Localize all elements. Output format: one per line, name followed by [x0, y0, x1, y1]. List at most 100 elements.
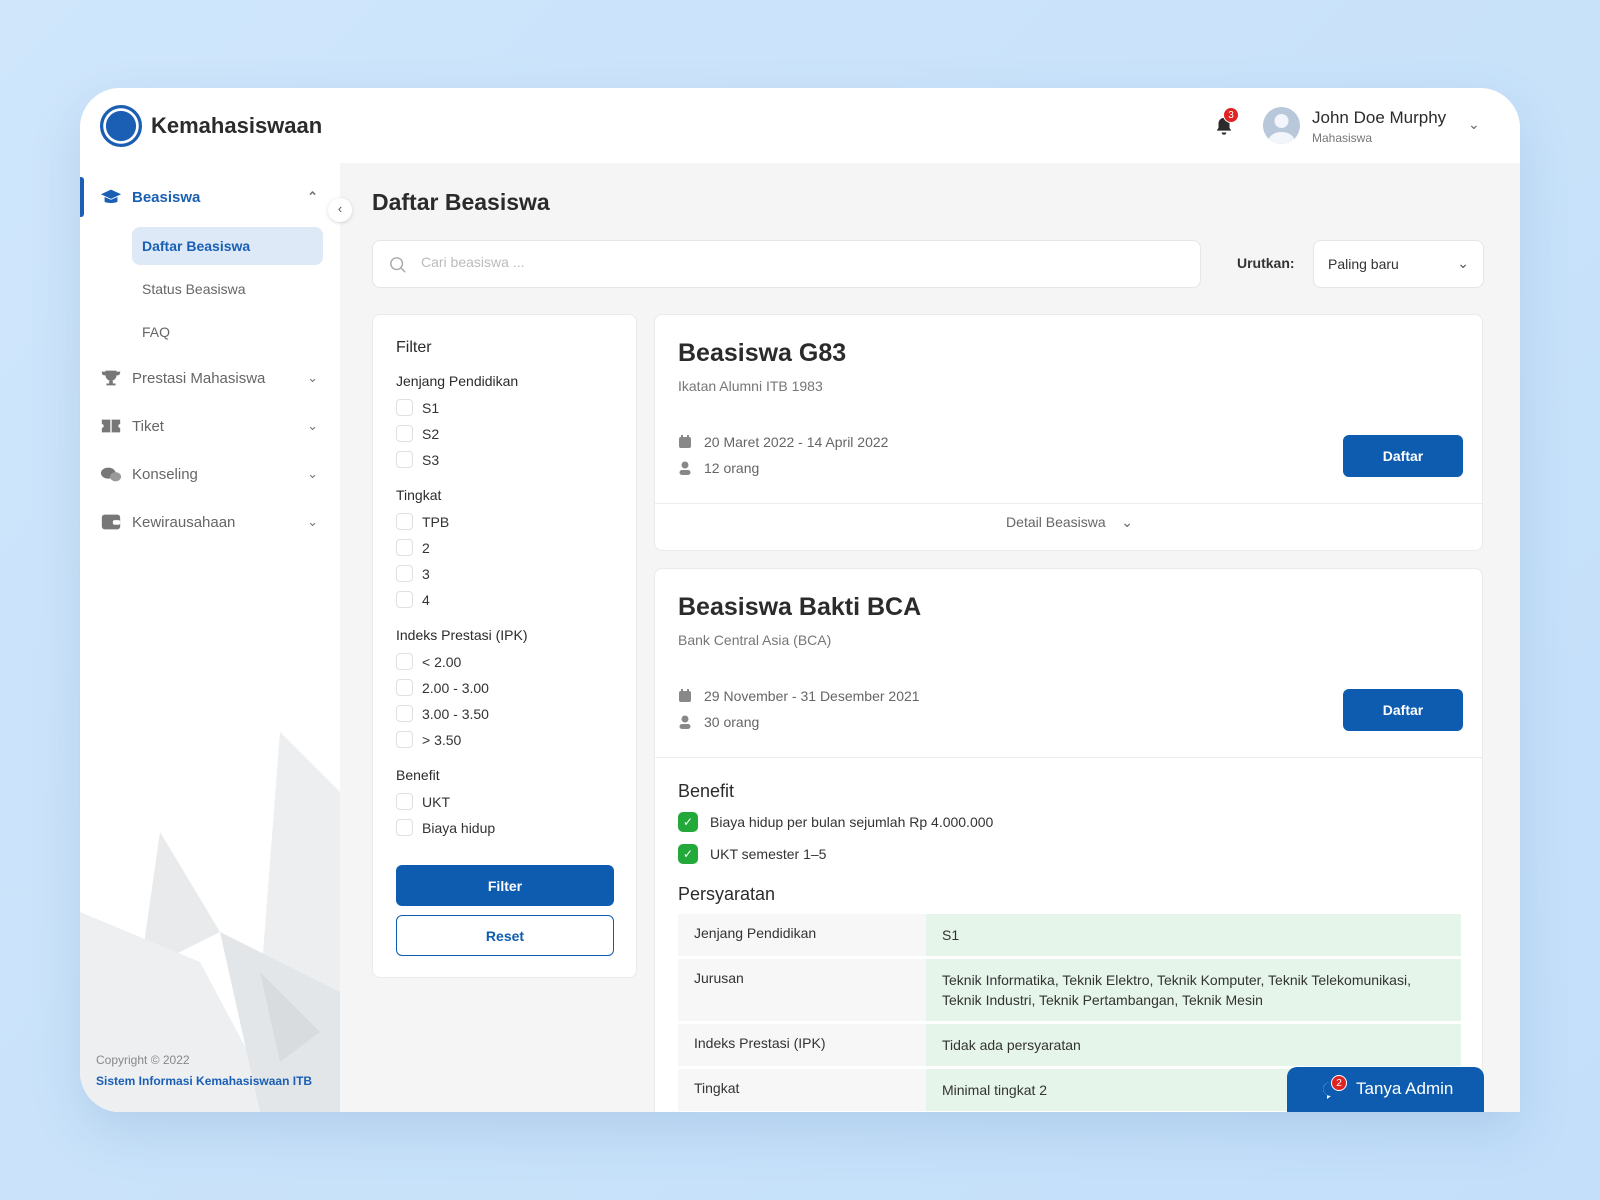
checkbox[interactable] [396, 731, 413, 748]
filter-group-label: Tingkat [396, 487, 442, 503]
filter-checkbox[interactable]: 2.00 - 3.00 [396, 679, 489, 696]
checkbox[interactable] [396, 653, 413, 670]
detail-toggle[interactable]: Detail Beasiswa ⌄ [655, 514, 1482, 531]
chevron-down-icon[interactable]: ⌄ [307, 418, 318, 434]
sidebar-item-beasiswa[interactable]: Beasiswa ⌃ [80, 179, 340, 215]
sidebar-item-kewirausahaan[interactable]: Kewirausahaan ⌄ [80, 504, 340, 540]
sort-label: Urutkan: [1237, 255, 1295, 271]
filter-checkbox[interactable]: S2 [396, 425, 439, 442]
chevron-down-icon[interactable]: ⌄ [307, 466, 318, 482]
filter-checkbox[interactable]: S3 [396, 451, 439, 468]
benefit-text: UKT semester 1–5 [710, 846, 827, 862]
checkbox-label: UKT [422, 793, 450, 810]
daftar-button[interactable]: Daftar [1343, 689, 1463, 731]
requirement-row: Jenjang Pendidikan S1 [678, 914, 1461, 956]
checkbox[interactable] [396, 425, 413, 442]
requirement-key: Indeks Prestasi (IPK) [678, 1024, 926, 1066]
checkbox[interactable] [396, 539, 413, 556]
scholarship-provider: Bank Central Asia (BCA) [678, 632, 832, 648]
benefit-item: ✓ Biaya hidup per bulan sejumlah Rp 4.000… [678, 812, 993, 832]
checkbox[interactable] [396, 399, 413, 416]
filter-checkbox[interactable]: > 3.50 [396, 731, 461, 748]
sidebar-item-prestasi[interactable]: Prestasi Mahasiswa ⌄ [80, 360, 340, 396]
chat-badge: 2 [1331, 1075, 1347, 1091]
checkbox-label: S3 [422, 451, 440, 468]
search-input[interactable] [421, 254, 1121, 270]
filter-checkbox[interactable]: 3.00 - 3.50 [396, 705, 489, 722]
scholarship-title: Beasiswa G83 [678, 339, 847, 367]
check-icon: ✓ [678, 844, 698, 864]
reset-button[interactable]: Reset [396, 915, 614, 956]
filter-button[interactable]: Filter [396, 865, 614, 906]
notification-badge: 3 [1223, 107, 1239, 123]
benefit-item: ✓ UKT semester 1–5 [678, 844, 826, 864]
chevron-up-icon[interactable]: ⌃ [307, 189, 318, 205]
sidebar-item-label: Kewirausahaan [132, 513, 236, 531]
checkbox-label: S1 [422, 399, 440, 416]
filter-checkbox[interactable]: 2 [396, 539, 430, 556]
checkbox[interactable] [396, 819, 413, 836]
ticket-icon [101, 419, 121, 433]
filter-checkbox[interactable]: S1 [396, 399, 439, 416]
filter-checkbox[interactable]: 4 [396, 591, 430, 608]
person-icon [679, 715, 691, 729]
page-title: Daftar Beasiswa [372, 189, 550, 215]
checkbox-label: > 3.50 [422, 731, 462, 748]
sidebar-sub-status-beasiswa[interactable]: Status Beasiswa [132, 270, 323, 308]
tanya-admin-button[interactable]: 2 Tanya Admin [1287, 1067, 1484, 1112]
trophy-icon [101, 370, 121, 386]
sidebar-sub-faq[interactable]: FAQ [132, 313, 323, 351]
scholarship-card: Beasiswa G83 Ikatan Alumni ITB 1983 20 M… [654, 314, 1483, 551]
chevron-down-icon: ⌄ [1457, 255, 1469, 271]
sidebar-item-konseling[interactable]: Konseling ⌄ [80, 456, 340, 492]
benefit-heading: Benefit [678, 781, 735, 801]
avatar[interactable] [1263, 107, 1300, 144]
divider [655, 757, 1482, 758]
filter-title: Filter [396, 339, 432, 356]
checkbox[interactable] [396, 451, 413, 468]
chevron-down-icon[interactable]: ⌄ [307, 370, 318, 386]
user-role: Mahasiswa [1312, 131, 1373, 145]
user-name[interactable]: John Doe Murphy [1312, 108, 1446, 128]
sort-value: Paling baru [1328, 256, 1399, 272]
checkbox[interactable] [396, 679, 413, 696]
footer-link[interactable]: Sistem Informasi Kemahasiswaan ITB [96, 1074, 312, 1088]
requirement-value: Teknik Informatika, Teknik Elektro, Tekn… [926, 959, 1461, 1021]
filter-checkbox[interactable]: Biaya hidup [396, 819, 495, 836]
requirement-key: Jurusan [678, 959, 926, 1021]
sidebar-sub-daftar-beasiswa[interactable]: Daftar Beasiswa [132, 227, 323, 265]
checkbox-label: 2.00 - 3.00 [422, 679, 489, 696]
collapse-sidebar-button[interactable]: ‹ [328, 198, 352, 222]
sidebar-item-label: Prestasi Mahasiswa [132, 369, 266, 387]
chevron-down-icon[interactable]: ⌄ [1468, 116, 1480, 133]
checkbox[interactable] [396, 513, 413, 530]
sidebar-item-label: Beasiswa [132, 188, 201, 206]
header: Kemahasiswaan 3 John Doe Murphy Mahasisw… [80, 88, 1520, 163]
search-box[interactable] [372, 240, 1201, 288]
scholarship-title: Beasiswa Bakti BCA [678, 593, 922, 621]
scholarship-dates: 29 November - 31 Desember 2021 [704, 688, 920, 704]
sort-select[interactable]: Paling baru ⌄ [1313, 240, 1484, 288]
filter-group-label: Indeks Prestasi (IPK) [396, 627, 528, 643]
checkbox[interactable] [396, 591, 413, 608]
checkbox[interactable] [396, 793, 413, 810]
filter-checkbox[interactable]: < 2.00 [396, 653, 461, 670]
chevron-down-icon[interactable]: ⌄ [307, 514, 318, 530]
filter-group-label: Benefit [396, 767, 440, 783]
filter-checkbox[interactable]: TPB [396, 513, 449, 530]
filter-panel: Filter Filter Reset Jenjang Pendidikan S1… [372, 314, 637, 978]
requirement-value: S1 [926, 914, 1461, 956]
checkbox[interactable] [396, 565, 413, 582]
filter-group-label: Jenjang Pendidikan [396, 373, 519, 389]
itb-logo [100, 105, 142, 147]
scholarship-dates: 20 Maret 2022 - 14 April 2022 [704, 434, 889, 450]
daftar-button[interactable]: Daftar [1343, 435, 1463, 477]
calendar-icon [679, 689, 691, 702]
person-icon [679, 461, 691, 475]
checkbox[interactable] [396, 705, 413, 722]
filter-checkbox[interactable]: 3 [396, 565, 430, 582]
copyright-text: Copyright © 2022 [96, 1053, 190, 1067]
sidebar-item-tiket[interactable]: Tiket ⌄ [80, 408, 340, 444]
filter-checkbox[interactable]: UKT [396, 793, 450, 810]
main-content: Daftar Beasiswa Urutkan: Paling baru ⌄ Fi… [340, 163, 1520, 1112]
